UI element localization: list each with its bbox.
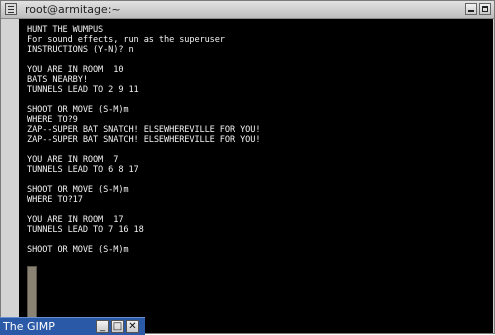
- window-left-border: [1, 19, 19, 333]
- terminal-area[interactable]: HUNT THE WUMPUS For sound effects, run as…: [19, 19, 493, 333]
- terminal-line: SHOOT OR MOVE (S-M)m: [27, 185, 129, 195]
- terminal-line: TUNNELS LEAD TO 6 8 17: [27, 165, 139, 175]
- terminal-line: YOU ARE IN ROOM 7: [27, 155, 119, 165]
- scrollbar-thumb[interactable]: [27, 266, 37, 318]
- terminal-line: For sound effects, run as the superuser: [27, 35, 225, 45]
- terminal-line: INSTRUCTIONS (Y-N)? n: [27, 45, 134, 55]
- terminal-line: BATS NEARBY!: [27, 75, 88, 85]
- minimize-button[interactable]: [465, 3, 477, 15]
- taskbar-minimize-button[interactable]: _: [96, 320, 109, 333]
- terminal-line: WHERE TO?9: [27, 115, 78, 125]
- terminal-line: TUNNELS LEAD TO 7 16 18: [27, 225, 144, 235]
- window-title: root@armitage:~: [25, 3, 121, 16]
- terminal-line: ZAP--SUPER BAT SNATCH! ELSEWHEREVILLE FO…: [27, 125, 261, 135]
- taskbar-item-gimp[interactable]: The GIMP _ □ ✕: [0, 317, 145, 335]
- terminal-line: SHOOT OR MOVE (S-M)m: [27, 245, 129, 255]
- title-bar[interactable]: root@armitage:~: [1, 1, 494, 19]
- terminal-line: WHERE TO?17: [27, 195, 83, 205]
- taskbar-maximize-button[interactable]: □: [111, 320, 124, 333]
- terminal-line: YOU ARE IN ROOM 17: [27, 215, 124, 225]
- taskbar-label: The GIMP: [3, 320, 55, 333]
- terminal-line: ZAP--SUPER BAT SNATCH! ELSEWHEREVILLE FO…: [27, 135, 261, 145]
- terminal-window: root@armitage:~ HUNT THE WUMPUS For sound…: [0, 0, 495, 334]
- terminal-line: TUNNELS LEAD TO 2 9 11: [27, 85, 139, 95]
- terminal-output: HUNT THE WUMPUS For sound effects, run as…: [27, 25, 489, 255]
- terminal-line: YOU ARE IN ROOM 10: [27, 65, 124, 75]
- terminal-line: HUNT THE WUMPUS: [27, 25, 104, 35]
- maximize-button[interactable]: [479, 3, 491, 15]
- window-menu-icon[interactable]: [5, 3, 17, 15]
- taskbar-close-button[interactable]: ✕: [126, 320, 139, 333]
- terminal-line: SHOOT OR MOVE (S-M)m: [27, 105, 129, 115]
